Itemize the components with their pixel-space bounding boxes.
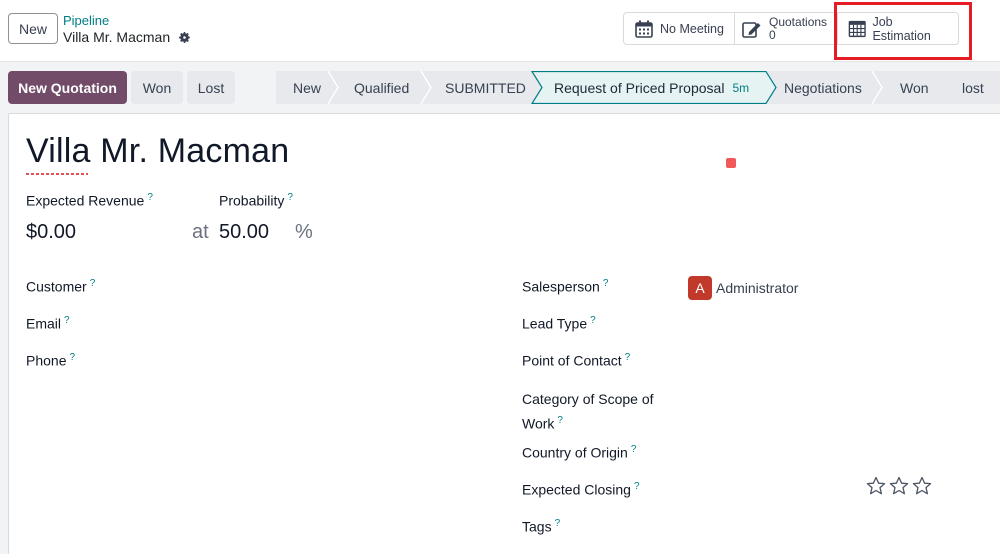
edit-document-icon [742, 21, 761, 38]
new-quotation-button[interactable]: New Quotation [8, 71, 127, 104]
lead-type-label: Lead Type? [522, 315, 596, 332]
stage-negotiations[interactable]: Negotiations [784, 71, 862, 104]
help-tooltip[interactable]: ? [625, 352, 631, 363]
customer-label: Customer? [26, 278, 96, 295]
star-icon[interactable] [889, 476, 909, 496]
probability-input[interactable]: 50.00 [219, 221, 269, 244]
status-dot [726, 158, 736, 168]
help-tooltip[interactable]: ? [590, 315, 596, 326]
country-of-origin-label: Country of Origin? [522, 444, 637, 461]
priority-stars [866, 476, 932, 496]
point-of-contact-label: Point of Contact? [522, 352, 631, 369]
new-record-button[interactable]: New [8, 13, 58, 44]
stage-duration: 5m [732, 80, 750, 95]
quotations-label: Quotations [769, 14, 828, 29]
stage-statusbar: New Qualified SUBMITTED Request of Price… [276, 71, 1000, 104]
expected-revenue-input[interactable]: $0.00 [26, 221, 76, 244]
control-panel: New Pipeline Villa Mr. Macman No Meeting [0, 0, 1000, 62]
help-tooltip[interactable]: ? [603, 278, 609, 289]
help-tooltip[interactable]: ? [557, 415, 563, 426]
expected-closing-label: Expected Closing? [522, 481, 640, 498]
help-tooltip[interactable]: ? [147, 192, 153, 203]
quotations-smart-button[interactable]: Quotations 0 [734, 12, 838, 45]
meeting-smart-button[interactable]: No Meeting [623, 12, 735, 45]
help-tooltip[interactable]: ? [555, 518, 561, 529]
stage-qualified[interactable]: Qualified [354, 71, 409, 104]
help-tooltip[interactable]: ? [90, 278, 96, 289]
quotations-count: 0 [769, 27, 776, 42]
calendar-icon [635, 20, 653, 38]
star-icon[interactable] [866, 476, 886, 496]
stage-new[interactable]: New [293, 71, 321, 104]
at-label: at [192, 221, 209, 243]
email-label: Email? [26, 315, 70, 332]
percent-sign: % [295, 221, 313, 243]
phone-label: Phone? [26, 352, 76, 369]
help-tooltip[interactable]: ? [631, 444, 637, 455]
salesperson-label: Salesperson? [522, 278, 609, 295]
tags-label: Tags? [522, 518, 561, 535]
help-tooltip[interactable]: ? [634, 481, 640, 492]
star-icon[interactable] [912, 476, 932, 496]
stage-lost[interactable]: lost [962, 71, 984, 104]
mark-won-button[interactable]: Won [131, 71, 183, 104]
stage-won[interactable]: Won [900, 71, 929, 104]
category-of-scope-label: Category of Scope of Work? [522, 391, 654, 432]
spellcheck-underline [26, 173, 88, 175]
salesperson-field[interactable]: Administrator [716, 280, 798, 296]
help-tooltip[interactable]: ? [64, 315, 70, 326]
probability-label: Probability? [219, 192, 293, 209]
mark-lost-button[interactable]: Lost [187, 71, 235, 104]
gear-icon[interactable] [178, 31, 191, 44]
breadcrumb: Villa Mr. Macman [63, 29, 191, 45]
help-tooltip[interactable]: ? [69, 352, 75, 363]
record-title-input[interactable]: Villa Mr. Macman [26, 132, 289, 171]
avatar: A [688, 276, 712, 300]
stage-submitted[interactable]: SUBMITTED [445, 71, 526, 104]
help-tooltip[interactable]: ? [287, 192, 293, 203]
highlight-annotation-box [834, 2, 972, 60]
breadcrumb-pipeline-link[interactable]: Pipeline [63, 13, 109, 28]
breadcrumb-current-record: Villa Mr. Macman [63, 29, 171, 45]
form-sheet: Villa Mr. Macman Expected Revenue? Proba… [8, 113, 1000, 554]
expected-revenue-label: Expected Revenue? [26, 192, 153, 209]
meeting-label: No Meeting [660, 21, 724, 36]
stage-request-priced-proposal[interactable]: Request of Priced Proposal 5m [554, 71, 749, 104]
